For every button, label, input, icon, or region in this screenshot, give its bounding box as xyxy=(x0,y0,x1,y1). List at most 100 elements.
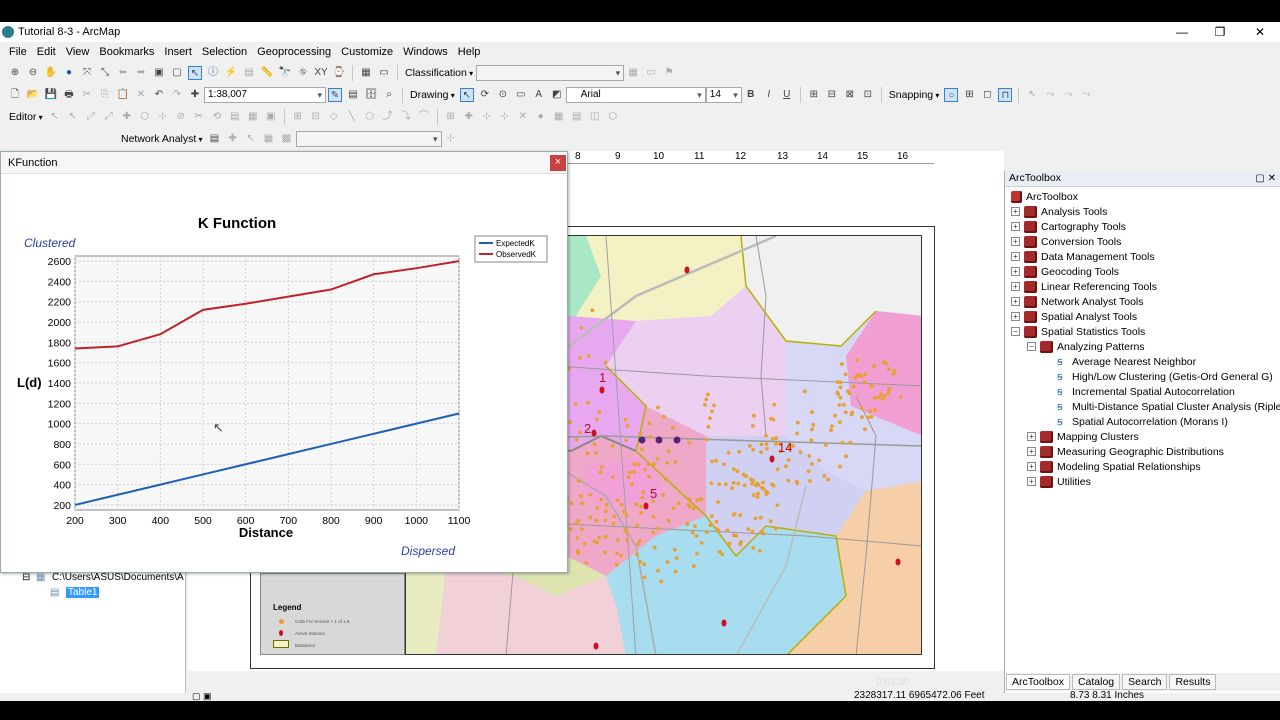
expand-icon[interactable]: + xyxy=(1027,462,1036,471)
identify-icon[interactable]: ⓘ xyxy=(206,66,220,80)
zoom-whole-page-icon[interactable]: ⊙ xyxy=(496,88,510,102)
toolbox-data-management[interactable]: + Data Management Tools xyxy=(1011,249,1155,264)
point-snapping-icon[interactable]: ○ xyxy=(944,88,959,102)
network-identify-icon[interactable]: ⊹ xyxy=(444,132,458,146)
expand-icon[interactable]: + xyxy=(1011,252,1020,261)
back-icon[interactable]: ⬅ xyxy=(116,66,130,80)
collapse-icon[interactable]: ⊟ xyxy=(22,572,30,583)
edge-snapping-icon[interactable]: ⊓ xyxy=(998,88,1013,102)
network-analyst-window-icon[interactable]: ▤ xyxy=(208,132,222,146)
print-icon[interactable]: 🖶 xyxy=(62,88,76,102)
expand-icon[interactable]: + xyxy=(1011,222,1020,231)
viewer-icon[interactable]: ▭ xyxy=(377,66,391,80)
create-features-icon[interactable]: ▣ xyxy=(264,110,278,124)
undo-icon[interactable]: ↶ xyxy=(152,88,166,102)
select-elements-pointer-icon[interactable]: ↖ xyxy=(459,88,474,102)
save-icon[interactable]: 💾 xyxy=(44,88,58,102)
edit-annotation-icon[interactable]: ↖ xyxy=(66,110,80,124)
edge-match-icon[interactable]: ⊹ xyxy=(498,110,512,124)
search-window-icon[interactable]: ⌕ xyxy=(382,88,396,102)
rectangle-icon[interactable]: ▭ xyxy=(514,88,528,102)
attributes-icon[interactable]: ▤ xyxy=(228,110,242,124)
limited-adjust-icon[interactable]: ● xyxy=(534,110,548,124)
fill-color-icon[interactable]: ◩ xyxy=(550,88,564,102)
paste-icon[interactable]: 📋 xyxy=(116,88,130,102)
sketch-properties-icon[interactable]: ▦ xyxy=(246,110,260,124)
font-name-combo[interactable]: Arial xyxy=(565,87,706,103)
menu-edit[interactable]: Edit xyxy=(32,46,61,58)
new-icon[interactable]: 🗋 xyxy=(8,88,22,102)
catalog-window-icon[interactable]: 🗄 xyxy=(364,88,378,102)
text-tool-icon[interactable]: A xyxy=(532,88,546,102)
find-icon[interactable]: 🔭 xyxy=(278,66,292,80)
toc-window-icon[interactable]: ▤ xyxy=(346,88,360,102)
advanced-edit-icon[interactable]: ◇ xyxy=(327,110,341,124)
end-snapping-icon[interactable]: ⊞ xyxy=(962,88,976,102)
trace-icon[interactable]: ⤢ xyxy=(102,110,116,124)
expand-icon[interactable]: + xyxy=(1011,312,1020,321)
fillet-icon[interactable]: ⌒ xyxy=(417,110,431,124)
toolbox-conversion[interactable]: + Conversion Tools xyxy=(1011,234,1121,249)
solve-icon[interactable]: ▩ xyxy=(280,132,294,146)
toc-table[interactable]: Table1 xyxy=(66,587,100,598)
toolbox-geocoding[interactable]: + Geocoding Tools xyxy=(1011,264,1119,279)
new-link-icon[interactable]: ▦ xyxy=(552,110,566,124)
font-size-combo[interactable]: 14 xyxy=(705,87,742,103)
edit-vertices-icon[interactable]: ⬡ xyxy=(138,110,152,124)
menu-help[interactable]: Help xyxy=(453,46,486,58)
menu-selection[interactable]: Selection xyxy=(197,46,252,58)
expand-icon[interactable]: + xyxy=(1027,432,1036,441)
bold-button[interactable]: B xyxy=(744,88,758,102)
select-elements-icon[interactable]: ↖ xyxy=(188,66,202,80)
network-analyst-dropdown[interactable]: Network Analyst xyxy=(118,133,206,145)
build-icon[interactable]: ▦ xyxy=(262,132,276,146)
toolbox-network-analyst[interactable]: + Network Analyst Tools xyxy=(1011,294,1144,309)
adjust-icon[interactable]: ⊟ xyxy=(309,110,323,124)
network-dataset-combo[interactable] xyxy=(295,131,442,147)
tool-multi-distance-cluster-analysis[interactable]: ꞩ Multi-Distance Spatial Cluster Analysis… xyxy=(1057,399,1280,414)
italic-button[interactable]: I xyxy=(762,88,776,102)
toolbox-spatial-analyst[interactable]: + Spatial Analyst Tools xyxy=(1011,309,1137,324)
map-legend[interactable]: Legend Calls For Service > 1 of 1.5 Acti… xyxy=(260,573,405,655)
expand-icon[interactable]: + xyxy=(1011,297,1020,306)
menu-insert[interactable]: Insert xyxy=(159,46,197,58)
full-extent-icon[interactable]: ● xyxy=(62,66,76,80)
vertex-snapping-icon[interactable]: ◻ xyxy=(980,88,994,102)
kfunction-close-button[interactable]: × xyxy=(550,155,566,171)
add-data-icon[interactable]: ✚ xyxy=(188,88,202,102)
fixed-zoom-out-icon[interactable]: ⤡ xyxy=(98,66,112,80)
menu-windows[interactable]: Windows xyxy=(398,46,453,58)
select-network-location-icon[interactable]: ↖ xyxy=(244,132,258,146)
tab-arctoolbox[interactable]: ArcToolbox xyxy=(1006,674,1070,690)
split-icon[interactable]: ✂ xyxy=(192,110,206,124)
html-popup-icon[interactable]: ▤ xyxy=(242,66,256,80)
panel-buttons[interactable]: ▢ ✕ xyxy=(1255,171,1276,186)
legend-icon[interactable]: ⚑ xyxy=(662,66,676,80)
menu-view[interactable]: View xyxy=(61,46,95,58)
editor-toolbar-icon[interactable]: ✎ xyxy=(328,88,342,102)
cut-polygons-icon[interactable]: ⊘ xyxy=(174,110,188,124)
reshape-icon[interactable]: ⊹ xyxy=(156,110,170,124)
chart-icon[interactable]: ▭ xyxy=(644,66,658,80)
expand-icon[interactable]: + xyxy=(1011,267,1020,276)
rotate-edit-icon[interactable]: ⟲ xyxy=(210,110,224,124)
expand-icon[interactable]: + xyxy=(1011,237,1020,246)
toolset-analyzing-patterns[interactable]: − Analyzing Patterns xyxy=(1027,339,1145,354)
toolset-utilities[interactable]: + Utilities xyxy=(1027,474,1091,489)
tree-root[interactable]: ArcToolbox xyxy=(1011,189,1078,204)
layout-icon[interactable]: ▦ xyxy=(359,66,373,80)
forward-icon[interactable]: ➡ xyxy=(134,66,148,80)
classification-dropdown[interactable]: Classification xyxy=(402,67,476,79)
drawing-dropdown[interactable]: Drawing xyxy=(407,89,458,101)
line-tool-icon[interactable]: ╲ xyxy=(345,110,359,124)
hyperlink-icon[interactable]: ⚡ xyxy=(224,66,238,80)
toolbox-analysis[interactable]: + Analysis Tools xyxy=(1011,204,1107,219)
adjust-preview-icon[interactable]: ◫ xyxy=(588,110,602,124)
zoom-to-selection-icon[interactable]: ⊞ xyxy=(807,88,821,102)
spatial-adjust-icon[interactable]: ⊞ xyxy=(444,110,458,124)
kfunction-window[interactable]: KFunction × K Function Clustered Dispers… xyxy=(0,151,568,573)
toolbox-linear-referencing[interactable]: + Linear Referencing Tools xyxy=(1011,279,1157,294)
cogo-icon[interactable]: ⬡ xyxy=(606,110,620,124)
editor-dropdown[interactable]: Editor xyxy=(6,111,46,123)
toolset-measuring-distributions[interactable]: + Measuring Geographic Distributions xyxy=(1027,444,1224,459)
